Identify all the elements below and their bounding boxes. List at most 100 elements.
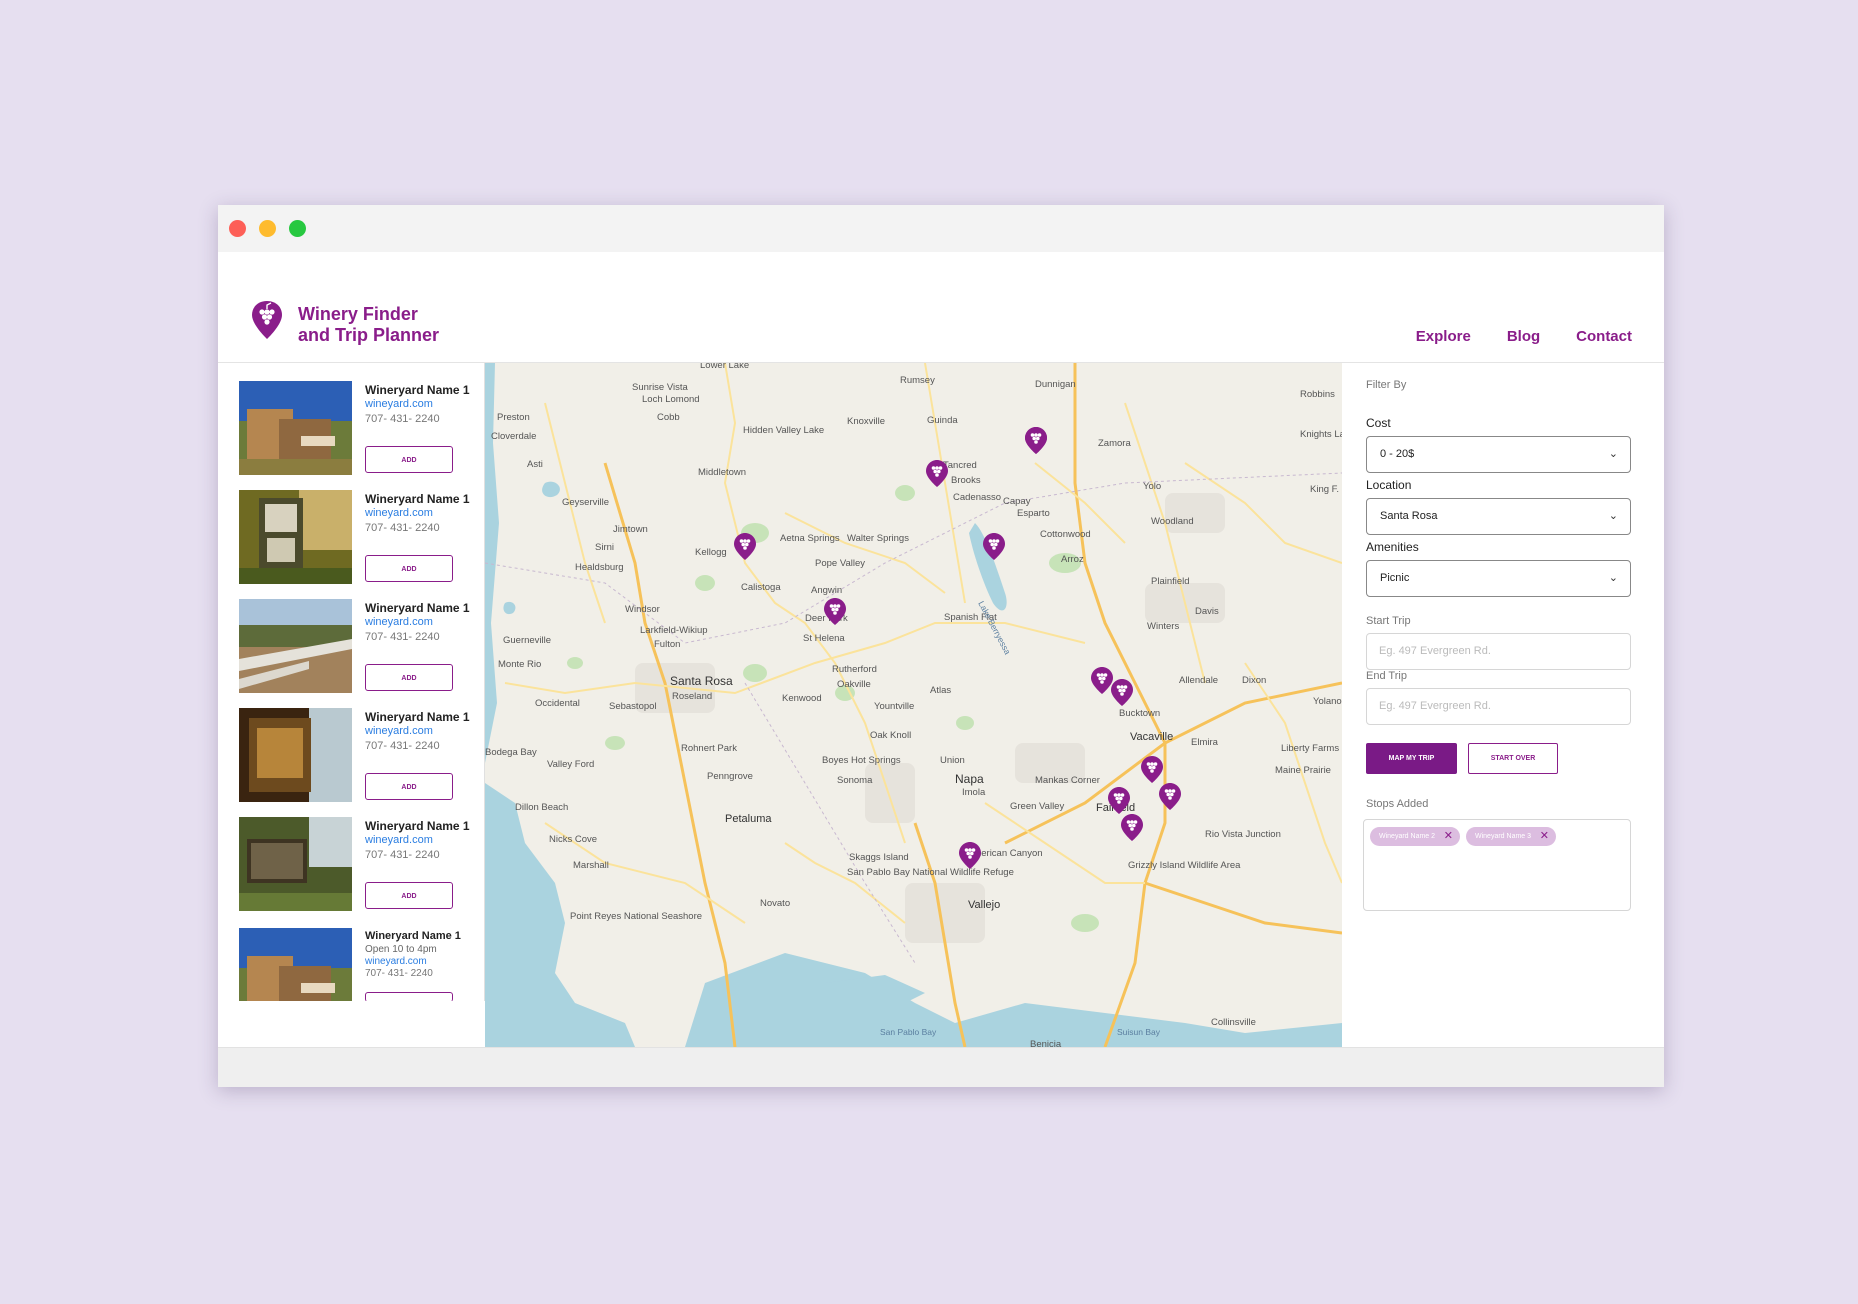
map-label: Cadenasso xyxy=(953,492,1001,503)
winery-phone: 707- 431- 2240 xyxy=(365,413,440,425)
location-select[interactable]: Santa Rosa ⌄ xyxy=(1366,498,1631,535)
map-label: Elmira xyxy=(1191,737,1219,748)
map-label: Yountville xyxy=(874,701,914,712)
winery-card[interactable]: Wineryard Name 1 Open 10 to 4pm wineyard… xyxy=(239,928,479,1001)
winery-photo xyxy=(239,490,352,584)
winery-photo xyxy=(239,381,352,475)
winery-card[interactable]: Wineryard Name 1 wineyard.com 707- 431- … xyxy=(239,708,479,808)
title-bar xyxy=(218,205,1664,252)
winery-card[interactable]: Wineryard Name 1 wineyard.com 707- 431- … xyxy=(239,817,479,917)
winery-name[interactable]: Wineryard Name 1 xyxy=(365,930,461,942)
map-label: Bodega Bay xyxy=(485,747,537,758)
minimize-window-button[interactable] xyxy=(259,220,276,237)
winery-photo xyxy=(239,928,352,1001)
winery-url[interactable]: wineyard.com xyxy=(365,616,433,628)
grape-pin-icon[interactable] xyxy=(1159,783,1181,810)
winery-url[interactable]: wineyard.com xyxy=(365,725,433,737)
add-winery-button[interactable]: ADD xyxy=(365,773,453,800)
map-label: Larkfield-Wikiup xyxy=(640,625,708,636)
winery-card[interactable]: Wineryard Name 1 wineyard.com 707- 431- … xyxy=(239,490,479,590)
map-label: Winters xyxy=(1147,621,1179,632)
grape-pin-icon[interactable] xyxy=(1111,679,1133,706)
start-trip-input[interactable]: Eg. 497 Evergreen Rd. xyxy=(1366,633,1631,670)
amenities-value: Picnic xyxy=(1380,572,1410,584)
map-my-trip-button[interactable]: MAP MY TRIP xyxy=(1366,743,1457,774)
grape-pin-icon[interactable] xyxy=(1121,814,1143,841)
stop-chip[interactable]: Wineyard Name 3 ✕ xyxy=(1466,827,1556,846)
winery-phone: 707- 431- 2240 xyxy=(365,740,440,752)
map-view[interactable]: Lower Lake Rumsey Dunnigan Robbins Sunri… xyxy=(485,363,1342,1047)
map-label: Arroz xyxy=(1061,554,1084,565)
grape-pin-icon[interactable] xyxy=(1141,756,1163,783)
grape-pin-icon[interactable] xyxy=(1025,427,1047,454)
map-label: Walter Springs xyxy=(847,533,909,544)
add-winery-button[interactable]: ADD xyxy=(365,664,453,691)
map-label: Skaggs Island xyxy=(849,852,909,863)
map-label: Maine Prairie xyxy=(1275,765,1331,776)
winery-card[interactable]: Wineryard Name 1 wineyard.com 707- 431- … xyxy=(239,599,479,699)
main-nav: Explore Blog Contact xyxy=(1416,328,1632,345)
grape-pin-icon[interactable] xyxy=(959,842,981,869)
map-label: Cobb xyxy=(657,412,680,423)
stops-box[interactable]: Wineyard Name 2 ✕ Wineyard Name 3 ✕ xyxy=(1363,819,1631,911)
map-label: Brooks xyxy=(951,475,981,486)
start-over-button[interactable]: START OVER xyxy=(1468,743,1558,774)
winery-url[interactable]: wineyard.com xyxy=(365,507,433,519)
map-label: Yolo xyxy=(1143,481,1161,492)
amenities-select[interactable]: Picnic ⌄ xyxy=(1366,560,1631,597)
add-winery-button[interactable]: ADD xyxy=(365,882,453,909)
map-label: Tancred xyxy=(943,460,977,471)
winery-name[interactable]: Wineryard Name 1 xyxy=(365,601,470,615)
winery-url[interactable]: wineyard.com xyxy=(365,398,433,410)
map-label: Yolano xyxy=(1313,696,1342,707)
map-label: Novato xyxy=(760,898,790,909)
map-label: Zamora xyxy=(1098,438,1131,449)
winery-name[interactable]: Wineryard Name 1 xyxy=(365,819,470,833)
close-window-button[interactable] xyxy=(229,220,246,237)
site-title-line1: Winery Finder xyxy=(298,304,418,324)
nav-explore[interactable]: Explore xyxy=(1416,328,1471,345)
winery-url[interactable]: wineyard.com xyxy=(365,956,427,967)
grape-pin-icon[interactable] xyxy=(1091,667,1113,694)
end-trip-input[interactable]: Eg. 497 Evergreen Rd. xyxy=(1366,688,1631,725)
map-label: Grizzly Island Wildlife Area xyxy=(1128,860,1241,871)
cost-select[interactable]: 0 - 20$ ⌄ xyxy=(1366,436,1631,473)
add-winery-button-partial[interactable] xyxy=(365,992,453,1001)
winery-name[interactable]: Wineryard Name 1 xyxy=(365,383,470,397)
maximize-window-button[interactable] xyxy=(289,220,306,237)
remove-stop-icon[interactable]: ✕ xyxy=(1540,827,1549,846)
winery-photo xyxy=(239,708,352,802)
map-label: Knoxville xyxy=(847,416,885,427)
map-label: Benicia xyxy=(1030,1039,1062,1047)
map-label: Fulton xyxy=(654,639,680,650)
nav-contact[interactable]: Contact xyxy=(1576,328,1632,345)
cost-label: Cost xyxy=(1366,416,1391,430)
winery-photo xyxy=(239,599,352,693)
map-label: Davis xyxy=(1195,606,1219,617)
grape-pin-icon[interactable] xyxy=(734,533,756,560)
grape-pin-logo-icon[interactable] xyxy=(250,300,284,340)
winery-card[interactable]: Wineryard Name 1 wineyard.com 707- 431- … xyxy=(239,381,479,481)
map-label: Rohnert Park xyxy=(681,743,737,754)
nav-blog[interactable]: Blog xyxy=(1507,328,1540,345)
map-label: Dunnigan xyxy=(1035,379,1076,390)
site-title[interactable]: Winery Finder and Trip Planner xyxy=(298,304,468,346)
add-winery-button[interactable]: ADD xyxy=(365,446,453,473)
winery-url[interactable]: wineyard.com xyxy=(365,834,433,846)
map-label: Kellogg xyxy=(695,547,727,558)
winery-name[interactable]: Wineryard Name 1 xyxy=(365,710,470,724)
map-label: Sunrise Vista xyxy=(632,382,689,393)
map-label: Calistoga xyxy=(741,582,781,593)
map-label: Union xyxy=(940,755,965,766)
start-trip-label: Start Trip xyxy=(1366,615,1411,627)
map-label: Cloverdale xyxy=(491,431,536,442)
map-label: Asti xyxy=(527,459,543,470)
remove-stop-icon[interactable]: ✕ xyxy=(1444,827,1453,846)
winery-name[interactable]: Wineryard Name 1 xyxy=(365,492,470,506)
winery-list[interactable]: Wineryard Name 1 wineyard.com 707- 431- … xyxy=(218,363,485,1001)
add-winery-button[interactable]: ADD xyxy=(365,555,453,582)
stop-chip[interactable]: Wineyard Name 2 ✕ xyxy=(1370,827,1460,846)
map-canvas[interactable]: Lower Lake Rumsey Dunnigan Robbins Sunri… xyxy=(485,363,1342,1047)
location-label: Location xyxy=(1366,478,1412,492)
amenities-label: Amenities xyxy=(1366,540,1419,554)
